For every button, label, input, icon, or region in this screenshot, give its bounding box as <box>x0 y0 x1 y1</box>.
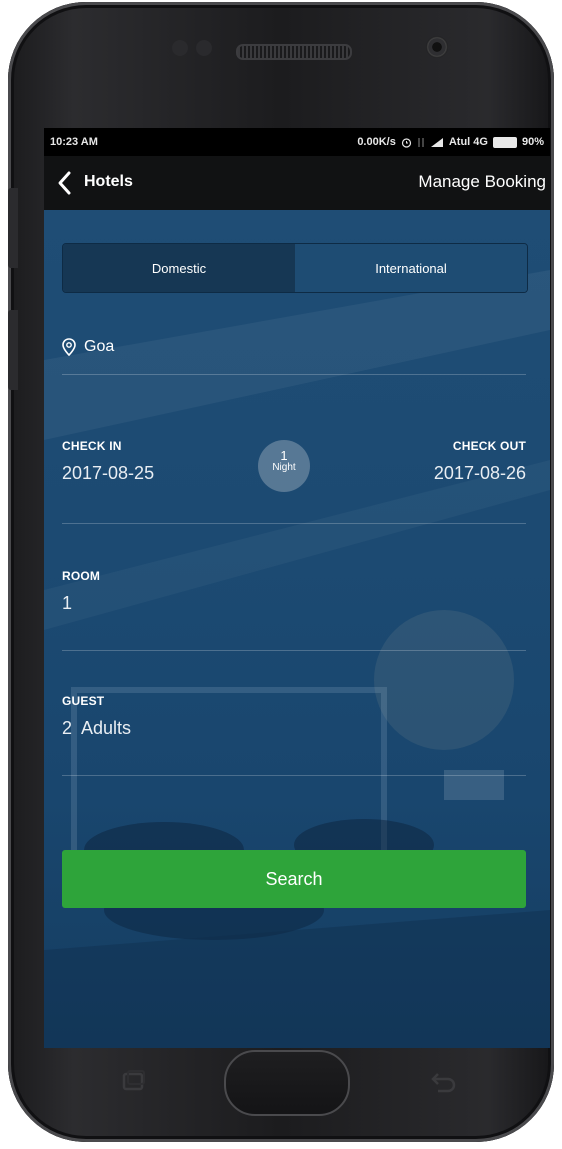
earpiece-speaker <box>236 44 352 60</box>
guest-count: 2 <box>62 718 73 738</box>
status-time: 10:23 AM <box>50 136 98 148</box>
recent-apps-icon[interactable] <box>118 1070 148 1094</box>
net-speed: 0.00K/s <box>357 136 396 148</box>
front-camera <box>426 36 448 58</box>
proximity-sensor <box>172 40 188 56</box>
tab-international[interactable]: International <box>295 244 527 292</box>
destination-value: Goa <box>84 338 115 355</box>
tab-domestic[interactable]: Domestic <box>63 244 295 292</box>
battery-icon <box>492 136 517 148</box>
check-out-label: CHECK OUT <box>452 439 526 453</box>
check-out-field[interactable]: CHECK OUT 2017-08-26 <box>356 439 526 484</box>
room-value: 1 <box>62 593 73 613</box>
search-panel: Domestic International Goa CHECK IN 2017… <box>44 210 550 1048</box>
chevron-left-icon[interactable] <box>54 170 76 196</box>
power-button <box>8 310 18 390</box>
signal-icon <box>430 137 443 147</box>
back-key-icon[interactable] <box>428 1070 458 1094</box>
phone-screen: 10:23 AM 0.00K/s Atul 4G 90% Hotels Mana… <box>44 128 550 1048</box>
app-bar: Hotels Manage Booking <box>44 156 550 210</box>
guest-label: GUEST <box>62 694 105 708</box>
divider <box>62 523 526 524</box>
room-field[interactable]: ROOM 1 <box>62 569 526 614</box>
location-pin-icon <box>62 338 76 356</box>
guest-value: 2 Adults <box>62 718 526 739</box>
divider <box>62 650 526 651</box>
carrier-name: Atul 4G <box>448 136 488 148</box>
guest-field[interactable]: GUEST 2 Adults <box>62 694 526 739</box>
divider <box>62 374 526 375</box>
alarm-icon <box>401 137 411 148</box>
nights-label: Night <box>272 462 296 473</box>
check-in-value: 2017-08-25 <box>62 463 155 483</box>
search-button[interactable]: Search <box>62 850 526 908</box>
manage-booking-link[interactable]: Manage Booking <box>418 172 546 192</box>
transfer-icon <box>418 137 424 147</box>
light-sensor <box>196 40 212 56</box>
page-title: Hotels <box>84 173 133 190</box>
divider <box>62 775 526 776</box>
status-bar: 10:23 AM 0.00K/s Atul 4G 90% <box>44 128 550 156</box>
room-label: ROOM <box>62 569 101 583</box>
check-out-value: 2017-08-26 <box>433 463 526 483</box>
volume-button <box>8 188 18 268</box>
check-in-field[interactable]: CHECK IN 2017-08-25 <box>62 439 232 484</box>
destination-field[interactable]: Goa <box>62 338 526 356</box>
home-button[interactable] <box>224 1050 350 1116</box>
battery-percent: 90% <box>521 136 544 148</box>
guest-unit: Adults <box>81 718 132 738</box>
bedroom-background-image <box>44 270 550 1048</box>
region-toggle: Domestic International <box>62 243 528 293</box>
nights-count: 1 <box>280 448 288 463</box>
check-in-label: CHECK IN <box>62 439 122 453</box>
nights-badge: 1 Night <box>258 440 310 492</box>
status-indicators: 0.00K/s Atul 4G 90% <box>357 136 544 148</box>
